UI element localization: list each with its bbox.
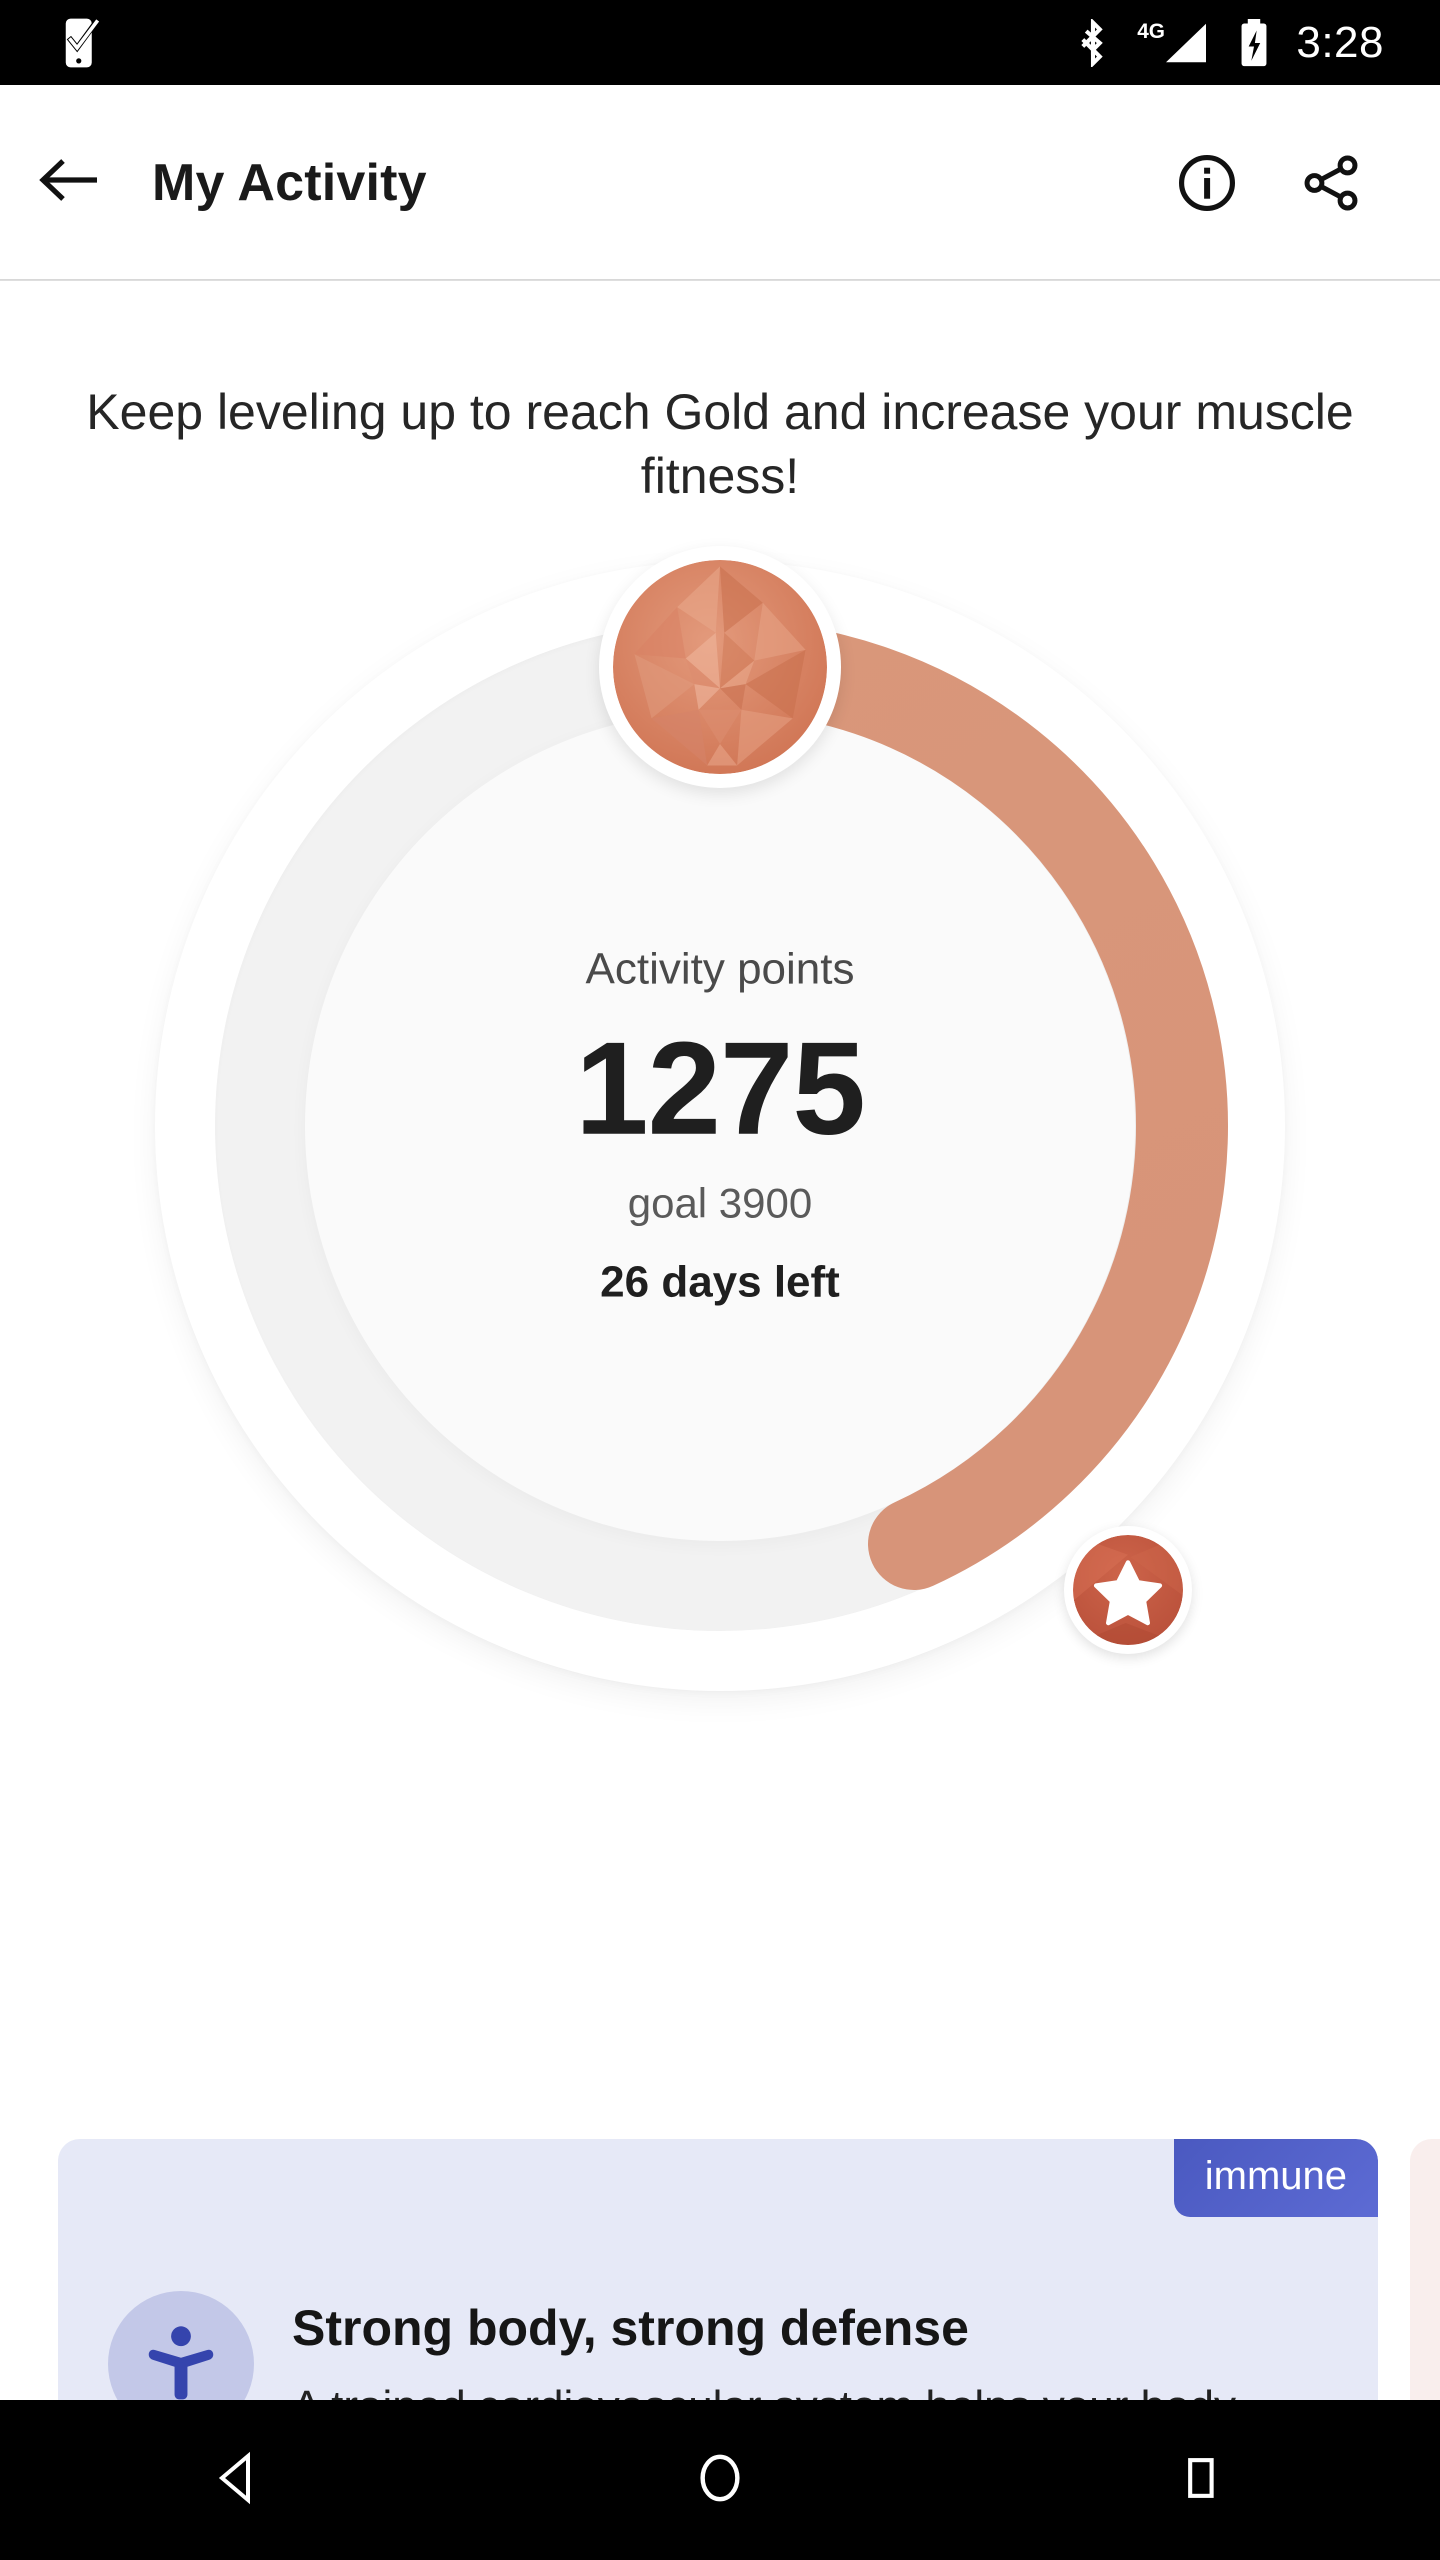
insight-cards-row[interactable]: immune Strong body, strong defense xyxy=(0,2139,1440,2400)
card-title: Strong body, strong defense xyxy=(292,2300,969,2356)
battery-charging-icon xyxy=(1238,18,1270,68)
star-icon xyxy=(1073,1535,1183,1645)
star-milestone-badge[interactable] xyxy=(1064,1526,1192,1654)
card-text: Strong body, strong defense A trained ca… xyxy=(292,2291,1272,2401)
android-nav-bar xyxy=(0,2400,1440,2560)
card-icon-wrapper xyxy=(108,2291,254,2400)
activity-points-value: 1275 xyxy=(575,1014,866,1162)
status-bar: 4G 3:28 xyxy=(0,0,1440,85)
accessibility-icon xyxy=(138,2319,224,2401)
app-bar-actions xyxy=(1176,152,1440,214)
nav-home-button[interactable] xyxy=(640,2400,800,2560)
app-checkbox-icon xyxy=(62,17,102,69)
page-title: My Activity xyxy=(152,153,427,212)
bluetooth-icon xyxy=(1076,18,1110,67)
status-bar-notifications xyxy=(0,17,102,69)
ring-center-stats: Activity points 1275 goal 3900 26 days l… xyxy=(370,944,1070,1307)
back-button[interactable] xyxy=(0,155,140,210)
back-arrow-icon xyxy=(39,155,101,210)
share-icon[interactable] xyxy=(1300,152,1362,214)
nav-home-circle-icon xyxy=(693,2451,747,2510)
days-left-label: 26 days left xyxy=(600,1257,840,1307)
nav-recents-button[interactable] xyxy=(1120,2400,1280,2560)
signal-4g-icon: 4G xyxy=(1136,19,1212,67)
nav-back-button[interactable] xyxy=(160,2400,320,2560)
status-bar-clock: 3:28 xyxy=(1296,17,1384,67)
insight-card-immune[interactable]: immune Strong body, strong defense xyxy=(58,2139,1378,2400)
card-description: A trained cardiovascular system helps yo… xyxy=(292,2378,1272,2400)
status-bar-indicators: 4G 3:28 xyxy=(1076,18,1440,68)
headline-text: Keep leveling up to reach Gold and incre… xyxy=(86,384,1354,504)
content-scroll-area[interactable]: Keep leveling up to reach Gold and incre… xyxy=(0,281,1440,2400)
nav-recents-square-icon xyxy=(1175,2453,1225,2508)
activity-points-label: Activity points xyxy=(585,944,855,994)
app-bar: My Activity xyxy=(0,85,1440,286)
insight-card-next[interactable] xyxy=(1410,2139,1440,2400)
bronze-gem-icon xyxy=(613,560,827,774)
phone-screen: 4G 3:28 My Activity Keep leveling up to … xyxy=(0,0,1440,2560)
nav-back-triangle-icon xyxy=(212,2450,268,2511)
card-category-badge: immune xyxy=(1173,2139,1378,2217)
activity-points-goal: goal 3900 xyxy=(627,1179,813,1227)
bronze-gem-badge[interactable] xyxy=(599,546,841,788)
info-icon[interactable] xyxy=(1176,152,1238,214)
activity-progress-ring[interactable]: Activity points 1275 goal 3900 26 days l… xyxy=(130,536,1310,1716)
svg-text:4G: 4G xyxy=(1138,20,1166,43)
